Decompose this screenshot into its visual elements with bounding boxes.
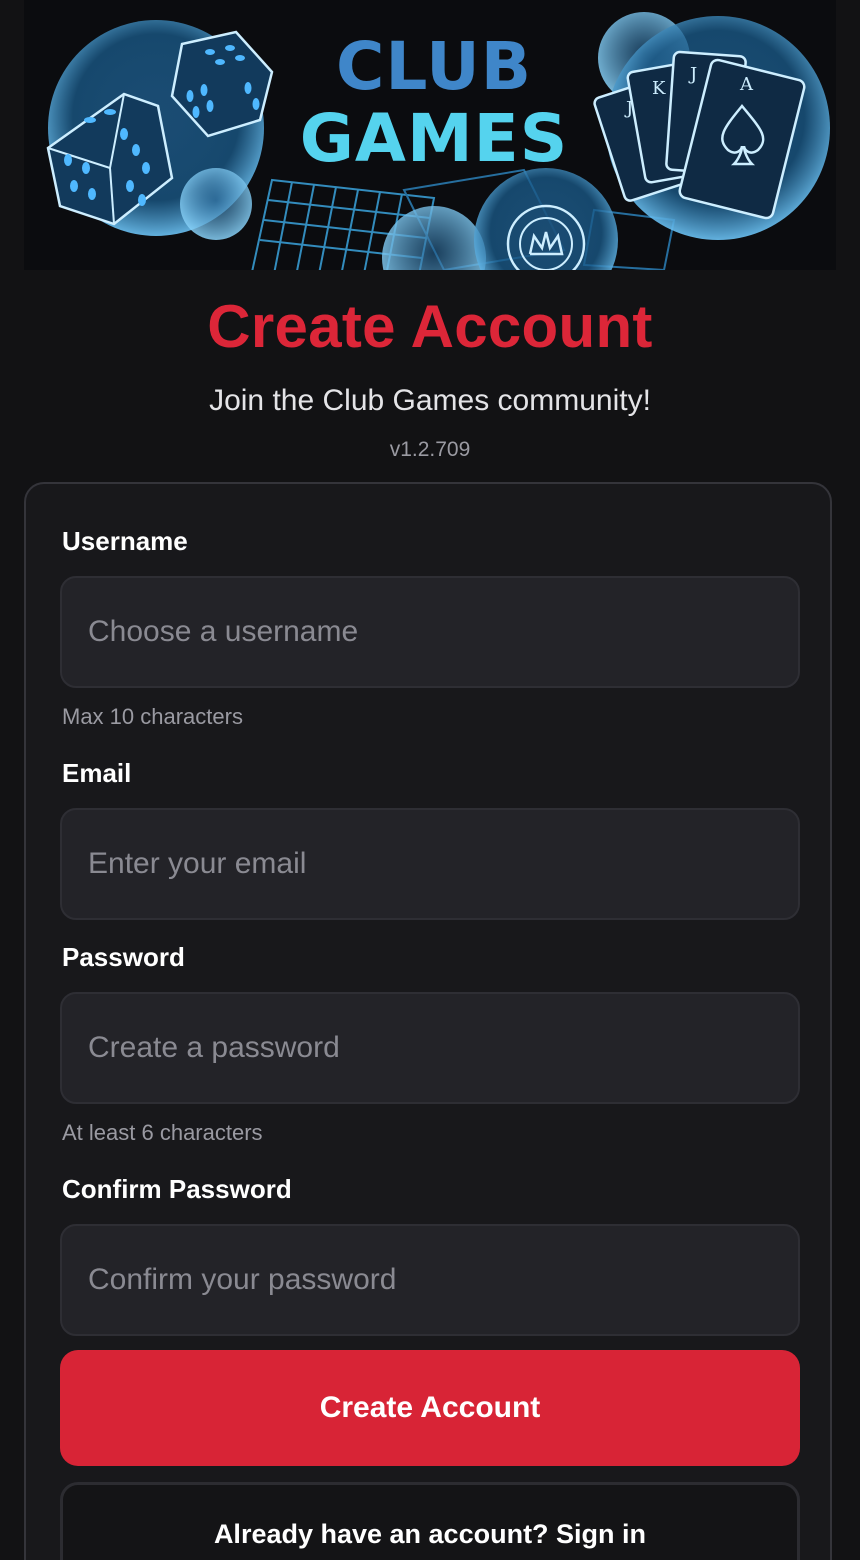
password-label: Password: [62, 942, 185, 972]
confirm-password-input[interactable]: [60, 1224, 800, 1336]
page-title: Create Account: [207, 293, 653, 360]
password-hint: At least 6 characters: [62, 1120, 263, 1145]
email-label: Email: [62, 758, 132, 788]
logo-text-games: GAMES: [299, 100, 569, 177]
email-input[interactable]: [60, 808, 800, 920]
logo-text-club: CLUB: [335, 28, 533, 105]
confirm-password-label: Confirm Password: [62, 1174, 292, 1204]
username-hint: Max 10 characters: [62, 704, 243, 729]
signup-page: J K J A CLUB GAMES Create Account Join t…: [0, 0, 860, 1560]
create-account-button[interactable]: Create Account: [60, 1350, 800, 1466]
password-input[interactable]: [60, 992, 800, 1104]
poker-chip-icon: [382, 168, 618, 270]
sign-in-link-button[interactable]: Already have an account? Sign in: [60, 1482, 800, 1560]
username-label: Username: [62, 526, 188, 556]
signup-form-card: Username Max 10 characters Email Passwor…: [24, 482, 832, 1560]
username-input[interactable]: [60, 576, 800, 688]
page-subtitle: Join the Club Games community!: [209, 384, 651, 417]
version-label: v1.2.709: [389, 438, 471, 461]
club-games-banner: J K J A CLUB GAMES: [24, 0, 836, 270]
